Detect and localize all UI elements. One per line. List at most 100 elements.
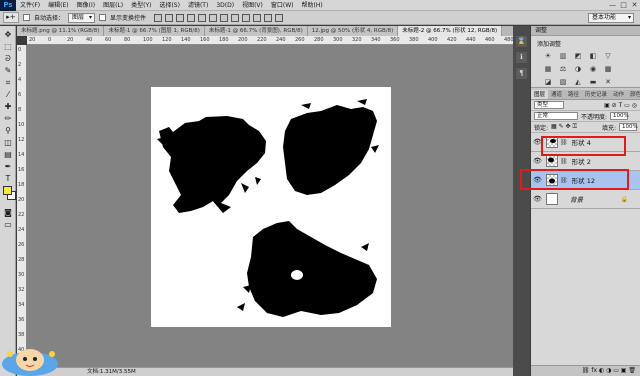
visibility-eye-icon[interactable]: 👁: [531, 195, 544, 203]
threshold-icon[interactable]: ◭: [573, 78, 583, 86]
maximize-button[interactable]: □: [618, 0, 629, 11]
align-bottom-icon[interactable]: [176, 13, 185, 22]
gradient-map-icon[interactable]: ▬: [588, 78, 598, 86]
history-panel-icon[interactable]: ⌛: [516, 36, 527, 47]
canvas-area[interactable]: [27, 45, 513, 367]
layer-filter-dropdown[interactable]: 类型: [534, 101, 564, 109]
move-tool-icon[interactable]: ✥: [2, 30, 14, 40]
pen-tool-icon[interactable]: ✒: [2, 162, 14, 172]
menu-edit[interactable]: 编辑(E): [44, 0, 72, 11]
align-center-icon[interactable]: [198, 13, 207, 22]
distribute-center-icon[interactable]: [264, 13, 273, 22]
exposure-icon[interactable]: ◧: [588, 52, 598, 60]
properties-panel-icon[interactable]: ℹ: [516, 52, 527, 63]
align-left-icon[interactable]: [187, 13, 196, 22]
foreground-color-swatch[interactable]: [3, 186, 12, 195]
layer-name[interactable]: 形状 4: [572, 137, 591, 147]
close-button[interactable]: ✕: [629, 0, 640, 11]
visibility-eye-icon[interactable]: 👁: [531, 138, 544, 146]
quick-mask-icon[interactable]: ◙: [2, 208, 14, 218]
panel-tab[interactable]: 路径: [565, 90, 582, 99]
document-canvas[interactable]: [151, 87, 391, 327]
layer-actions-icons[interactable]: ⛓ fx ◐ ◑ ▭ ▣ 🗑: [582, 367, 636, 374]
distribute-top-icon[interactable]: [220, 13, 229, 22]
auto-select-checkbox[interactable]: [23, 14, 30, 21]
distribute-middle-icon[interactable]: [231, 13, 240, 22]
menu-file[interactable]: 文件(F): [16, 0, 44, 11]
hue-saturation-icon[interactable]: ▦: [543, 65, 553, 73]
panel-tab[interactable]: 通道: [548, 90, 565, 99]
layer-row-selected[interactable]: 👁 ⛓ 形状 12: [531, 171, 640, 190]
minimize-button[interactable]: —: [607, 0, 618, 11]
curves-icon[interactable]: ◩: [573, 52, 583, 60]
layer-name[interactable]: 形状 12: [572, 175, 595, 185]
levels-icon[interactable]: ▥: [558, 52, 568, 60]
eyedropper-tool-icon[interactable]: ⁄: [2, 90, 14, 100]
panel-tab[interactable]: 颜色: [627, 90, 640, 99]
distribute-left-icon[interactable]: [253, 13, 262, 22]
align-middle-icon[interactable]: [165, 13, 174, 22]
distribute-bottom-icon[interactable]: [242, 13, 251, 22]
document-tab[interactable]: 未标题.png @ 11.1% (RGB/8): [17, 26, 105, 36]
menu-select[interactable]: 选择(S): [155, 0, 184, 11]
document-tab-active[interactable]: 未标题-2 @ 66.7% (形状 12, RGB/8): [398, 26, 503, 36]
menu-image[interactable]: 图像(I): [73, 0, 99, 11]
layer-name[interactable]: 背景: [570, 194, 583, 204]
gradient-tool-icon[interactable]: ▤: [2, 150, 14, 160]
selective-color-icon[interactable]: ✕: [603, 78, 613, 86]
posterize-icon[interactable]: ▧: [558, 78, 568, 86]
menu-filter[interactable]: 滤镜(T): [184, 0, 212, 11]
brush-tool-icon[interactable]: ✏: [2, 114, 14, 124]
photo-filter-icon[interactable]: ◉: [588, 65, 598, 73]
distribute-right-icon[interactable]: [275, 13, 284, 22]
layer-row[interactable]: 👁 背景 🔒: [531, 190, 640, 209]
visibility-eye-icon[interactable]: 👁: [531, 157, 544, 165]
color-balance-icon[interactable]: ⚖: [558, 65, 568, 73]
layer-row[interactable]: 👁 ⛓ 形状 4: [531, 133, 640, 152]
invert-icon[interactable]: ◪: [543, 78, 553, 86]
mouth-ink-shape: [247, 221, 377, 317]
vibrance-icon[interactable]: ▽: [603, 52, 613, 60]
black-white-icon[interactable]: ◑: [573, 65, 583, 73]
screen-mode-icon[interactable]: ▭: [2, 220, 14, 230]
lock-icon: 🔒: [620, 195, 628, 203]
auto-select-dropdown[interactable]: 图层: [68, 12, 96, 23]
document-tab[interactable]: 12.jpg @ 50% (形状 4, RGB/8): [307, 26, 399, 36]
menu-layer[interactable]: 图层(L): [99, 0, 127, 11]
filter-icons[interactable]: ▣ ⊘ T ▭ ◎: [604, 102, 637, 109]
marquee-tool-icon[interactable]: ⬚: [2, 42, 14, 52]
lasso-tool-icon[interactable]: ᘐ: [2, 54, 14, 64]
menu-view[interactable]: 视图(V): [238, 0, 267, 11]
workspace-dropdown[interactable]: 基本功能: [588, 13, 634, 23]
menu-3d[interactable]: 3D(D): [212, 0, 238, 11]
blend-mode-dropdown[interactable]: 正常: [534, 112, 578, 120]
opacity-input[interactable]: 100%: [610, 112, 629, 120]
align-top-icon[interactable]: [154, 13, 163, 22]
ruler-tick-label: 10: [18, 122, 25, 128]
document-tab[interactable]: 未标题-1 @ 66.7% (背景图), RGB/8): [204, 26, 308, 36]
menu-type[interactable]: 类型(Y): [127, 0, 155, 11]
align-right-icon[interactable]: [209, 13, 218, 22]
tool-preset-picker[interactable]: ▸+: [3, 12, 19, 23]
panel-tab[interactable]: 历史记录: [582, 90, 610, 99]
menu-help[interactable]: 帮助(H): [298, 0, 327, 11]
layer-row[interactable]: 👁 ⛓ 形状 2: [531, 152, 640, 171]
eraser-tool-icon[interactable]: ◫: [2, 138, 14, 148]
layer-name[interactable]: 形状 2: [572, 156, 591, 166]
type-tool-icon[interactable]: T: [2, 174, 14, 184]
lock-options-icons[interactable]: ▦ ✎ ✥ ⚿: [551, 123, 577, 131]
channel-mixer-icon[interactable]: ▩: [603, 65, 613, 73]
quick-select-tool-icon[interactable]: ✎: [2, 66, 14, 76]
show-transform-checkbox[interactable]: [99, 14, 107, 21]
clone-stamp-tool-icon[interactable]: ⚲: [2, 126, 14, 136]
panel-tab[interactable]: 动作: [610, 90, 627, 99]
visibility-eye-icon[interactable]: 👁: [531, 176, 544, 184]
fill-input[interactable]: 100%: [619, 123, 638, 131]
paragraph-panel-icon[interactable]: ¶: [516, 68, 527, 79]
menu-window[interactable]: 窗口(W): [267, 0, 298, 11]
crop-tool-icon[interactable]: ⌗: [2, 78, 14, 88]
document-tab[interactable]: 未标题-1 @ 66.7% (图层 1, RGB/8): [104, 26, 205, 36]
panel-tab[interactable]: 图层: [531, 90, 549, 99]
healing-brush-tool-icon[interactable]: ✚: [2, 102, 14, 112]
brightness-icon[interactable]: ☀: [543, 52, 553, 60]
